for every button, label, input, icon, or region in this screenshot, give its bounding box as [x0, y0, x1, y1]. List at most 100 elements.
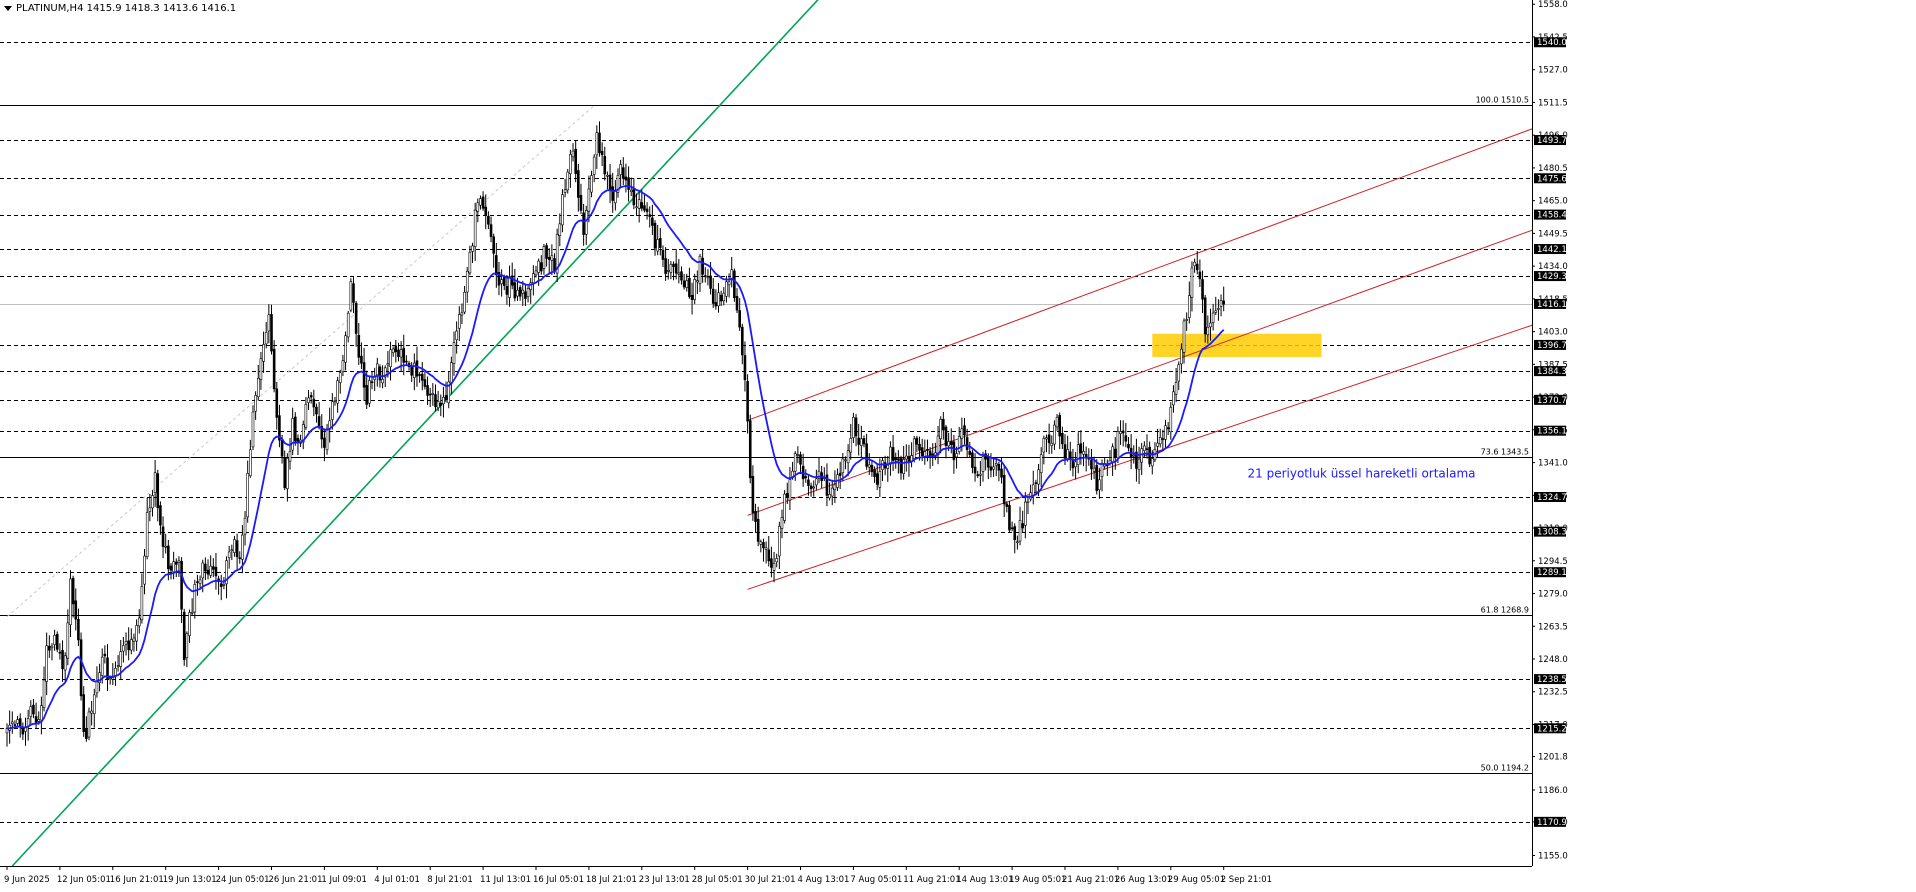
x-tick-label: 16 Jul 05:01 — [533, 875, 584, 885]
candle-body — [733, 270, 736, 299]
candle-body — [272, 348, 276, 390]
candle-body — [1061, 433, 1064, 445]
price-level-tag-label: 1324.7 — [1537, 493, 1567, 503]
candle-body — [759, 541, 763, 545]
candle-body — [709, 275, 712, 289]
candle-body — [100, 656, 104, 676]
fib-level-label: 73.6 1343.5 — [1481, 448, 1529, 457]
candle-body — [410, 365, 413, 376]
candle-body — [595, 132, 599, 156]
candle-body — [58, 651, 62, 654]
candle-body — [971, 452, 974, 468]
price-level-tag-label: 1356.1 — [1537, 427, 1567, 437]
candle-body — [651, 217, 654, 226]
candle-body — [775, 558, 778, 563]
candle-body — [1219, 300, 1223, 307]
candle-body — [767, 549, 771, 562]
candle-body — [61, 650, 64, 670]
candle-body — [185, 633, 189, 659]
y-tick-label: 1465.0 — [1538, 197, 1568, 207]
candle-body — [619, 164, 622, 175]
candle-body — [460, 312, 464, 316]
candle-body — [219, 583, 223, 587]
y-tick-label: 1232.5 — [1538, 688, 1568, 698]
candle-body — [561, 194, 564, 226]
candle-body — [206, 569, 210, 575]
candle-body — [772, 563, 776, 571]
candle-body — [521, 289, 525, 294]
candle-body — [500, 279, 503, 284]
candle-body — [135, 625, 138, 642]
candle-body — [357, 335, 361, 358]
candle-body — [1005, 503, 1009, 507]
candle-body — [563, 189, 567, 193]
y-tick-label: 1201.8 — [1538, 753, 1568, 763]
candle-body — [492, 236, 495, 254]
candle-body — [989, 466, 993, 471]
candle-body — [865, 443, 868, 467]
x-tick-label: 9 Jun 2025 — [4, 875, 50, 885]
candle-body — [645, 208, 649, 212]
candle-body — [341, 360, 345, 372]
price-level-tag-label: 1170.9 — [1537, 818, 1567, 828]
candle-body — [661, 250, 665, 260]
candle-body — [69, 578, 72, 626]
candle-body — [333, 400, 337, 402]
candle-body — [547, 257, 551, 260]
candle-body — [452, 342, 456, 364]
candle-body — [1214, 310, 1218, 313]
candle-body — [153, 472, 157, 493]
candle-body — [309, 395, 313, 398]
candle-body — [830, 487, 834, 497]
candle-body — [1018, 520, 1022, 542]
candle-body — [624, 176, 628, 181]
x-tick-label: 26 Aug 13:01 — [1115, 875, 1172, 885]
candle-body — [577, 170, 580, 198]
candle-body — [325, 428, 329, 451]
candle-body — [571, 150, 575, 158]
candle-body — [1156, 442, 1159, 447]
candle-body — [942, 419, 945, 431]
x-tick-label: 14 Aug 13:01 — [956, 875, 1013, 885]
candle-body — [193, 584, 197, 613]
candle-body — [606, 174, 609, 177]
candle-body — [476, 202, 480, 212]
fib-level-label: 100.0 1510.5 — [1476, 96, 1529, 105]
candle-body — [50, 645, 54, 649]
candle-body — [132, 637, 136, 642]
price-level-tag-label: 1416.1 — [1537, 300, 1567, 310]
candle-body — [566, 171, 570, 191]
candle-body — [1188, 295, 1191, 318]
candle-body — [1098, 479, 1101, 491]
candle-body — [1037, 469, 1040, 485]
candle-body — [346, 312, 350, 338]
candle-body — [1092, 467, 1096, 472]
candle-body — [10, 721, 14, 725]
candle-body — [542, 246, 546, 269]
price-level-tag-label: 1384.3 — [1537, 367, 1567, 377]
price-level-tag-label: 1540.0 — [1537, 38, 1567, 48]
candle-body — [74, 600, 78, 620]
candle-body — [915, 437, 919, 445]
candle-body — [124, 641, 128, 645]
candle-body — [992, 466, 995, 470]
candle-body — [1074, 461, 1077, 468]
candle-body — [1174, 382, 1178, 395]
x-tick-label: 4 Jul 01:01 — [374, 875, 420, 885]
candle-body — [807, 479, 810, 486]
x-tick-label: 12 Jun 05:01 — [57, 875, 111, 885]
y-tick-label: 1527.0 — [1538, 66, 1568, 76]
candle-body — [1185, 319, 1188, 321]
candle-body — [18, 718, 22, 728]
candle-body — [1143, 445, 1146, 451]
candle-body — [841, 458, 845, 474]
candle-body — [489, 224, 493, 237]
candle-body — [439, 402, 443, 406]
candle-body — [484, 206, 488, 216]
x-tick-label: 21 Aug 21:01 — [1062, 875, 1119, 885]
candle-body — [685, 280, 689, 288]
candle-body — [738, 310, 741, 328]
candle-body — [243, 517, 247, 535]
x-tick-label: 28 Jul 05:01 — [692, 875, 743, 885]
candle-body — [764, 547, 768, 550]
